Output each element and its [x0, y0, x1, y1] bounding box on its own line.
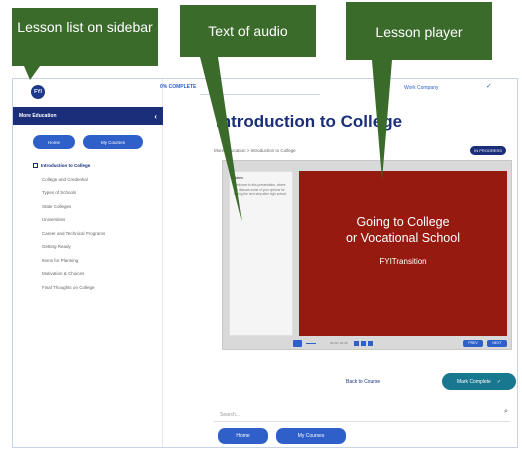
notes-heading: Notes [234, 176, 243, 180]
lesson-item[interactable]: College and Credential [33, 173, 157, 187]
status-badge: IN PROGRESS [470, 146, 506, 155]
sidebar-header-label: More Education [19, 113, 57, 119]
notes-text: Welcome to this presentation, where we d… [234, 183, 287, 197]
slide-line-1: Going to College [356, 215, 450, 229]
sidebar-header[interactable]: More Education ‹ [13, 107, 163, 125]
completion-status: 0% COMPLETE [160, 84, 197, 90]
lesson-item[interactable]: Getting Ready [33, 240, 157, 254]
lesson-item[interactable]: Universities [33, 213, 157, 227]
lesson-item[interactable]: Items for Planning [33, 254, 157, 268]
slide-line-3: FYITransition [379, 257, 427, 266]
time-readout: 00:00 / 02:30 [330, 341, 348, 345]
captions-icon[interactable] [353, 340, 359, 346]
back-to-course-link[interactable]: Back to Course [346, 379, 380, 385]
lesson-item-label: Introduction to College [41, 163, 91, 168]
settings-icon[interactable] [360, 340, 366, 346]
sidebar-home-button[interactable]: Home [33, 135, 75, 149]
breadcrumb[interactable]: More Education > Introduction to College [214, 148, 296, 153]
mark-complete-label: Mark Complete [456, 378, 491, 385]
volume-slider[interactable] [306, 342, 316, 344]
player-controls: 00:00 / 02:30 PREV NEXT [229, 338, 507, 348]
sidebar-buttons: Home My Courses [33, 135, 143, 149]
search-input[interactable]: Search... [220, 412, 240, 418]
lesson-item[interactable]: Types of Schools [33, 186, 157, 200]
prev-button[interactable]: PREV [463, 339, 483, 347]
callout-text-of-audio: Text of audio [180, 5, 316, 57]
company-name[interactable]: Work Company [404, 85, 438, 91]
lesson-list: Introduction to College College and Cred… [33, 159, 157, 294]
page-title: Introduction to College [216, 112, 403, 131]
lesson-item[interactable]: Motivation & Choices [33, 267, 157, 281]
footer-my-courses-button[interactable]: My Courses [276, 428, 346, 444]
callout-lesson-player: Lesson player [346, 2, 492, 60]
callout-lesson-player-text: Lesson player [375, 24, 463, 40]
lesson-item[interactable]: State Colleges [33, 200, 157, 214]
check-icon[interactable]: ✓ [486, 82, 492, 90]
search-icon[interactable]: ⌕ [504, 408, 508, 416]
fullscreen-icon[interactable] [367, 340, 373, 346]
callout-text-of-audio-text: Text of audio [208, 23, 288, 39]
lesson-item[interactable]: Final Thoughts on College [33, 281, 157, 295]
lesson-player: Notes Welcome to this presentation, wher… [222, 160, 512, 350]
slide-line-2: or Vocational School [346, 231, 460, 245]
audio-transcript-panel: Notes Welcome to this presentation, wher… [229, 171, 293, 336]
footer-buttons: Home My Courses [218, 428, 346, 444]
app-logo[interactable]: FYI [31, 84, 45, 99]
check-circle-icon: ✓ [496, 378, 502, 385]
sidebar-my-courses-button[interactable]: My Courses [83, 135, 143, 149]
checkbox-icon [33, 163, 38, 169]
callout-lesson-list-text: Lesson list on sidebar [17, 19, 153, 35]
mark-complete-button[interactable]: Mark Complete ✓ [442, 373, 516, 390]
next-button[interactable]: NEXT [487, 339, 507, 347]
lesson-item[interactable]: Career and Technical Programs [33, 227, 157, 241]
search-underline [214, 421, 510, 422]
lesson-item-active[interactable]: Introduction to College [33, 159, 157, 173]
callout-lesson-list: Lesson list on sidebar [12, 8, 158, 66]
footer-home-button[interactable]: Home [218, 428, 268, 444]
progress-line [200, 94, 320, 95]
play-button[interactable] [293, 339, 302, 347]
slide: Going to College or Vocational School FY… [299, 171, 507, 336]
chevron-left-icon[interactable]: ‹ [154, 112, 157, 121]
